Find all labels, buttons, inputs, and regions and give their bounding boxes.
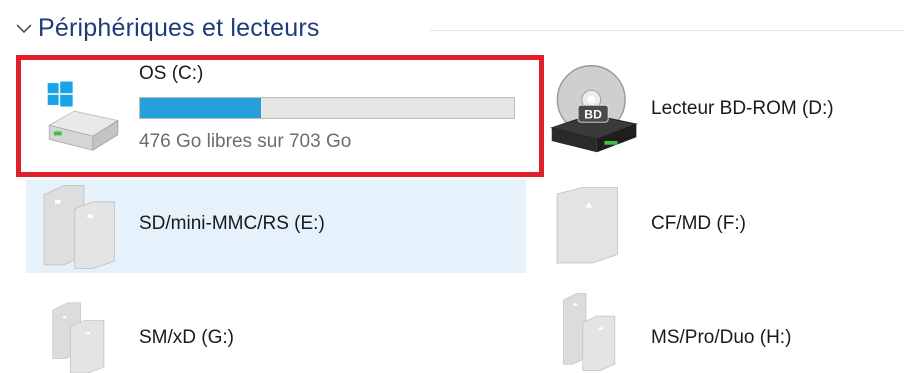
bd-rom-drive-icon: BD xyxy=(550,65,639,153)
drive-name-g: SM/xD (G:) xyxy=(139,327,234,348)
ms-card-drive-icon xyxy=(563,293,616,371)
sd-card-drive-icon xyxy=(43,185,115,269)
drive-name-e: SD/mini-MMC/RS (E:) xyxy=(139,213,325,234)
drive-name-h: MS/Pro/Duo (H:) xyxy=(651,327,792,348)
bd-label: BD xyxy=(584,107,602,121)
cf-card-drive-icon xyxy=(556,186,618,264)
usage-bar-fill xyxy=(140,98,261,118)
usage-bar-c xyxy=(139,97,515,119)
drive-name-d: Lecteur BD-ROM (D:) xyxy=(651,98,834,119)
windows-hard-drive-icon xyxy=(47,81,119,151)
group-title: Périphériques et lecteurs xyxy=(38,13,320,42)
group-divider xyxy=(430,30,904,31)
drive-name-f: CF/MD (F:) xyxy=(651,213,746,234)
drive-name-c: OS (C:) xyxy=(139,63,204,84)
chevron-down-icon[interactable] xyxy=(14,18,34,38)
group-header-devices[interactable]: Périphériques et lecteurs xyxy=(14,8,320,48)
drive-free-space-c: 476 Go libres sur 703 Go xyxy=(139,131,352,152)
sm-card-drive-icon xyxy=(52,302,105,373)
windows-logo-icon xyxy=(47,81,73,107)
